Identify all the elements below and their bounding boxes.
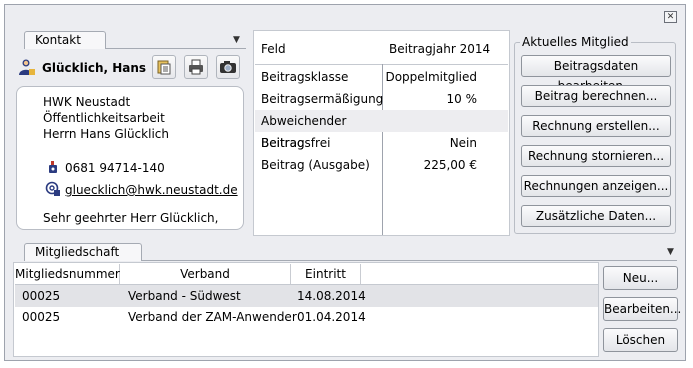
address-line-3: Herrn Hans Glücklich (43, 127, 169, 141)
printer-icon (189, 59, 203, 75)
create-invoice-button[interactable]: Rechnung erstellen... (521, 115, 671, 137)
person-icon (18, 58, 36, 76)
salutation: Sehr geehrter Herr Glücklich, (43, 211, 219, 225)
address-line-2: Öffentlichkeitsarbeit (43, 111, 165, 125)
calculate-fee-button[interactable]: Beitrag berechnen... (521, 85, 671, 107)
show-invoices-button[interactable]: Rechnungen anzeigen... (521, 175, 671, 197)
new-button[interactable]: Neu... (603, 266, 678, 290)
cell-nr: 00025 (22, 310, 61, 324)
print-button[interactable] (184, 55, 208, 79)
fee-row-value[interactable] (383, 110, 483, 132)
delete-button[interactable]: Löschen (603, 328, 678, 352)
address-line-1: HWK Neustadt (43, 95, 131, 109)
fee-row-label: Beitragsklasse (261, 70, 349, 84)
fee-row-value[interactable]: Nein (383, 132, 483, 154)
close-icon[interactable]: ✕ (664, 11, 677, 23)
tab-mitgliedschaft[interactable]: Mitgliedschaft (24, 243, 142, 261)
contact-name: Glücklich, Hans (42, 61, 147, 75)
clipboard-icon (157, 60, 171, 75)
column-header-verband[interactable]: Verband (120, 264, 291, 284)
table-row[interactable]: 00025 Verband - Südwest 14.08.2014 (15, 285, 598, 307)
tab-divider (142, 260, 677, 261)
chevron-down-icon[interactable]: ▼ (233, 35, 240, 45)
column-header-year: Beitragjahr 2014 (389, 42, 491, 56)
fee-row-label: Beitragsermäßigung (261, 92, 384, 106)
email-link[interactable]: gluecklich@hwk.neustadt.de (65, 183, 238, 197)
additional-data-button[interactable]: Zusätzliche Daten... (521, 205, 671, 227)
address-card: HWK Neustadt Öffentlichkeitsarbeit Herrn… (16, 86, 244, 230)
phone-number: 0681 94714-140 (65, 161, 165, 175)
copy-contact-button[interactable] (152, 55, 176, 79)
camera-icon (220, 61, 236, 73)
phone-icon (45, 159, 61, 175)
current-member-title: Aktuelles Mitglied (520, 35, 631, 49)
cell-eintritt: 01.04.2014 (297, 310, 366, 324)
chevron-down-icon[interactable]: ▼ (667, 247, 674, 257)
fee-row-label: Beitragsfrei (261, 136, 331, 150)
edit-button[interactable]: Bearbeiten... (603, 297, 681, 321)
column-header-eintritt[interactable]: Eintritt (291, 264, 361, 284)
cell-verband: Verband - Südwest (128, 289, 241, 303)
cell-verband: Verband der ZAM-Anwender (128, 310, 297, 324)
fee-row-value[interactable]: 225,00 € (383, 154, 483, 176)
fee-row-label: Beitrag (Ausgabe) (261, 158, 370, 172)
cell-eintritt: 14.08.2014 (297, 289, 366, 303)
cancel-invoice-button[interactable]: Rechnung stornieren... (521, 145, 671, 167)
fee-row-value[interactable]: 10 % (383, 88, 483, 110)
tab-kontakt[interactable]: Kontakt (24, 31, 106, 49)
edit-fee-data-button[interactable]: Beitragsdaten bearbeiten... (521, 55, 671, 93)
email-icon (45, 181, 61, 197)
column-header-feld: Feld (261, 42, 286, 56)
tab-divider (106, 48, 246, 49)
fee-row-label: Abweichender Beitrag (261, 114, 347, 150)
fee-row-value[interactable]: Doppelmitglied (383, 66, 483, 88)
column-header-mitgliedsnummer[interactable]: Mitgliedsnummer (15, 264, 120, 284)
camera-button[interactable] (216, 55, 240, 79)
cell-nr: 00025 (22, 289, 61, 303)
table-row[interactable]: 00025 Verband der ZAM-Anwender 01.04.201… (15, 306, 598, 328)
